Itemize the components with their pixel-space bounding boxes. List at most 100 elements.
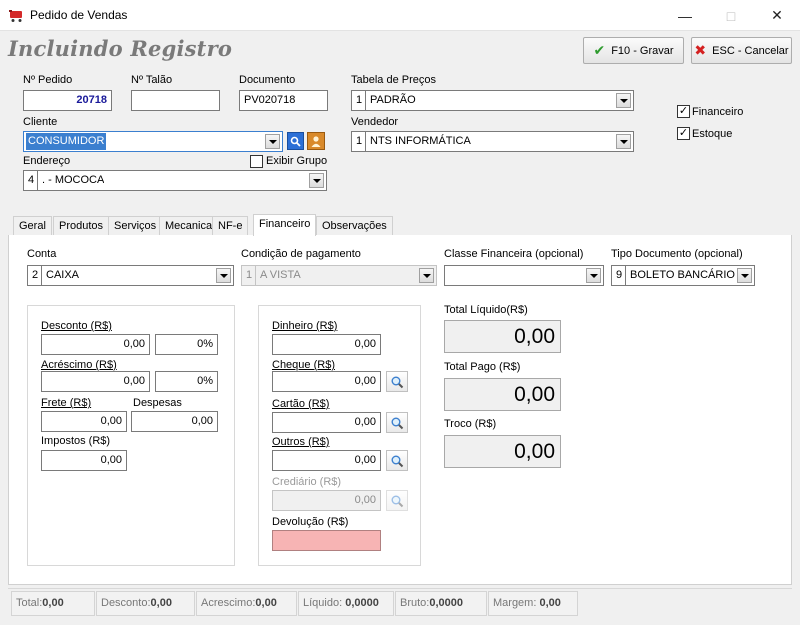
talao-label: Nº Talão (131, 74, 173, 86)
exibir-grupo-checkbox[interactable] (250, 155, 263, 168)
despesas-field[interactable]: 0,00 (131, 411, 218, 432)
chevron-down-icon[interactable] (737, 268, 752, 283)
window-title: Pedido de Vendas (30, 8, 128, 22)
cartao-label: Cartão (R$) (272, 398, 330, 410)
save-button[interactable]: ✔ F10 - Gravar (583, 37, 684, 64)
tab-nfe[interactable]: NF-e (212, 216, 249, 236)
cartao-field[interactable]: 0,00 (272, 412, 381, 433)
cheque-label: Cheque (R$) (272, 359, 335, 371)
search-icon[interactable] (287, 132, 304, 150)
talao-field[interactable] (131, 90, 220, 111)
tab-observacoes[interactable]: Observações (316, 216, 393, 236)
pedido-field[interactable]: 20718 (23, 90, 112, 111)
acrescimo-field[interactable]: 0,00 (41, 371, 150, 392)
status-bruto-value: 0,0000 (429, 597, 464, 609)
dinheiro-field[interactable]: 0,00 (272, 334, 381, 355)
status-acrescimo-value: 0,00 (255, 597, 277, 609)
tabela-select[interactable]: 1 PADRÃO (351, 90, 634, 111)
tabela-label: Tabela de Preços (351, 74, 436, 86)
classe-select[interactable] (444, 265, 604, 286)
cliente-label: Cliente (23, 116, 58, 128)
cart-icon (9, 10, 22, 22)
estoque-checkbox-label: Estoque (692, 128, 733, 140)
frete-field[interactable]: 0,00 (41, 411, 127, 432)
troco-label: Troco (R$) (444, 418, 497, 430)
chevron-down-icon[interactable] (265, 134, 280, 149)
condicao-label: Condição de pagamento (241, 248, 361, 260)
financeiro-checkbox-label: Financeiro (692, 106, 744, 118)
desconto-field[interactable]: 0,00 (41, 334, 150, 355)
cancel-button[interactable]: ✖ ESC - Cancelar (691, 37, 792, 64)
status-margem-label: Margem: (493, 597, 537, 609)
financeiro-checkbox[interactable]: ✓ (677, 105, 690, 118)
person-icon[interactable] (307, 132, 325, 150)
status-total-value: 0,00 (42, 597, 64, 609)
total-liquido-label: Total Líquido(R$) (444, 304, 528, 316)
status-acrescimo: Acrescimo:0,00 (196, 591, 297, 616)
tab-produtos[interactable]: Produtos (53, 216, 110, 236)
save-button-label: F10 - Gravar (611, 44, 674, 57)
crediario-lookup-button[interactable] (386, 490, 408, 511)
chevron-down-icon[interactable] (616, 134, 631, 149)
cheque-field[interactable]: 0,00 (272, 371, 381, 392)
maximize-icon[interactable]: □ (708, 0, 754, 31)
vendedor-select[interactable]: 1 NTS INFORMÁTICA (351, 131, 634, 152)
desconto-percent-field[interactable]: 0% (155, 334, 218, 355)
close-icon[interactable]: ✕ (754, 0, 800, 31)
frete-label: Frete (R$) (41, 397, 92, 409)
chevron-down-icon[interactable] (419, 268, 434, 283)
magnifier-icon (391, 495, 404, 507)
magnifier-icon (391, 376, 404, 388)
devolucao-field[interactable] (272, 530, 381, 551)
endereco-label: Endereço (23, 155, 71, 167)
acrescimo-percent-field[interactable]: 0% (155, 371, 218, 392)
crediario-field[interactable]: 0,00 (272, 490, 381, 511)
outros-label: Outros (R$) (272, 436, 330, 448)
endereco-select[interactable]: 4 . - MOCOCA (23, 170, 327, 191)
outros-field[interactable]: 0,00 (272, 450, 381, 471)
cheque-lookup-button[interactable] (386, 371, 408, 392)
condicao-code: 1 (242, 266, 257, 285)
documento-field[interactable]: PV020718 (239, 90, 328, 111)
tab-geral[interactable]: Geral (13, 216, 52, 236)
tab-servicos[interactable]: Serviços (108, 216, 163, 236)
page-title: Incluindo Registro (8, 36, 233, 61)
documento-label: Documento (239, 74, 296, 86)
status-liquido-label: Líquido: (303, 597, 343, 609)
chevron-down-icon[interactable] (586, 268, 601, 283)
total-pago-value: 0,00 (444, 378, 561, 411)
cancel-button-label: ESC - Cancelar (712, 44, 789, 57)
status-margem-value: 0,00 (539, 597, 561, 609)
status-total-label: Total: (16, 597, 43, 609)
total-liquido-value: 0,00 (444, 320, 561, 353)
acrescimo-label: Acréscimo (R$) (41, 359, 117, 371)
outros-lookup-button[interactable] (386, 450, 408, 471)
dinheiro-label: Dinheiro (R$) (272, 320, 338, 332)
despesas-label: Despesas (133, 397, 182, 409)
minimize-icon[interactable]: — (662, 0, 708, 31)
chevron-down-icon[interactable] (309, 173, 324, 188)
condicao-select[interactable]: 1 A VISTA (241, 265, 437, 286)
condicao-value: A VISTA (260, 269, 301, 281)
impostos-field[interactable]: 0,00 (41, 450, 127, 471)
tab-mecanica[interactable]: Mecanica (159, 216, 219, 236)
tabela-value: PADRÃO (370, 94, 416, 106)
status-liquido-value: 0,0000 (345, 597, 379, 609)
chevron-down-icon[interactable] (216, 268, 231, 283)
vendedor-label: Vendedor (351, 116, 399, 128)
chevron-down-icon[interactable] (616, 93, 631, 108)
magnifier-icon (391, 455, 404, 467)
crediario-label: Crediário (R$) (272, 476, 342, 488)
tipo-doc-code: 9 (612, 266, 627, 285)
tipo-doc-select[interactable]: 9 BOLETO BANCÁRIO (611, 265, 755, 286)
tab-financeiro[interactable]: Financeiro (253, 214, 317, 236)
conta-value: CAIXA (46, 269, 80, 281)
estoque-checkbox[interactable]: ✓ (677, 127, 690, 140)
tipo-doc-label: Tipo Documento (opcional) (611, 248, 743, 260)
conta-select[interactable]: 2 CAIXA (27, 265, 234, 286)
cartao-lookup-button[interactable] (386, 412, 408, 433)
cancel-x-icon: ✖ (694, 42, 707, 58)
status-desconto: Desconto:0,00 (96, 591, 195, 616)
cliente-select[interactable]: CONSUMIDOR (23, 131, 283, 152)
endereco-value: . - MOCOCA (42, 174, 105, 186)
